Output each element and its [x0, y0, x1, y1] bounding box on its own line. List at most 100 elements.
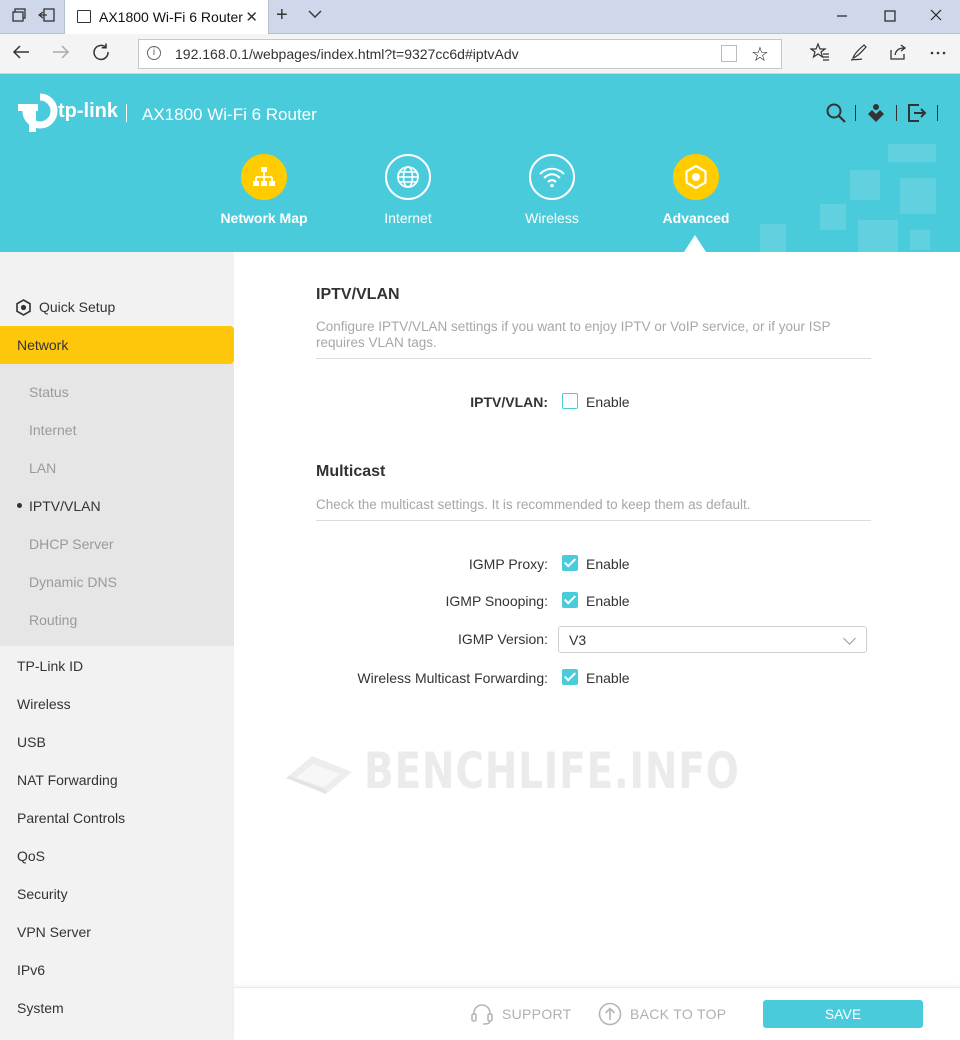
submenu-item-dynamic-dns[interactable]: Dynamic DNS: [29, 574, 117, 590]
share-icon[interactable]: [886, 42, 910, 66]
section-description: Check the multicast settings. It is reco…: [316, 497, 751, 512]
sidebar-item-security[interactable]: Security: [17, 886, 68, 902]
main-content: IPTV/VLAN Configure IPTV/VLAN settings i…: [234, 252, 960, 987]
info-icon[interactable]: i: [147, 46, 161, 60]
close-window-icon[interactable]: [926, 5, 946, 27]
active-nav-pointer: [684, 235, 706, 252]
browser-toolbar: i 192.168.0.1/webpages/index.html?t=9327…: [0, 34, 960, 74]
igmp-proxy-checkbox[interactable]: [562, 555, 578, 571]
footer: SUPPORT BACK TO TOP SAVE: [234, 987, 960, 1040]
url-text[interactable]: 192.168.0.1/webpages/index.html?t=9327cc…: [175, 46, 519, 62]
checkbox-label[interactable]: Enable: [586, 394, 630, 410]
minimize-icon[interactable]: [832, 5, 852, 27]
tether-icon[interactable]: [865, 102, 887, 124]
maximize-icon[interactable]: [880, 5, 900, 27]
watermark-logo-icon: [286, 756, 352, 794]
tab-title: AX1800 Wi-Fi 6 Router: [99, 9, 243, 25]
logout-icon[interactable]: [906, 102, 928, 124]
header-decoration: [910, 230, 930, 250]
header-divider: [896, 105, 897, 121]
wireless-multicast-forwarding-checkbox[interactable]: [562, 669, 578, 685]
sidebar-item-vpn-server[interactable]: VPN Server: [17, 924, 91, 940]
nav-wireless[interactable]: Wireless: [492, 154, 612, 226]
nav-label: Wireless: [525, 210, 579, 226]
set-tabs-aside-icon[interactable]: [37, 7, 57, 27]
section-title-multicast: Multicast: [316, 463, 386, 480]
submenu-item-internet[interactable]: Internet: [29, 422, 76, 438]
brand-name: tp-link: [58, 100, 118, 122]
more-icon[interactable]: [926, 42, 950, 66]
select-value: V3: [569, 632, 587, 648]
network-map-icon: [241, 154, 287, 200]
new-tab-icon[interactable]: +: [276, 4, 288, 27]
quick-setup-icon: [16, 299, 31, 316]
nav-internet[interactable]: Internet: [348, 154, 468, 226]
header-divider: [937, 105, 938, 121]
submenu-item-status[interactable]: Status: [29, 384, 69, 400]
pen-icon[interactable]: [847, 42, 871, 66]
wifi-icon: [529, 154, 575, 200]
header-decoration: [760, 224, 786, 252]
header-decoration: [888, 144, 936, 162]
search-icon[interactable]: [825, 102, 847, 124]
chevron-down-icon: [843, 632, 856, 645]
nav-advanced[interactable]: Advanced: [636, 154, 756, 226]
igmp-version-select[interactable]: V3: [558, 626, 867, 653]
sidebar-item-label: Quick Setup: [39, 299, 116, 315]
tp-link-logo-icon: [18, 93, 58, 132]
header-divider: [855, 105, 856, 121]
sidebar-item-nat-forwarding[interactable]: NAT Forwarding: [17, 772, 118, 788]
submenu-item-routing[interactable]: Routing: [29, 612, 77, 628]
reading-view-icon[interactable]: [721, 45, 737, 62]
tab-actions-icon[interactable]: [9, 7, 29, 27]
address-bar[interactable]: i 192.168.0.1/webpages/index.html?t=9327…: [138, 39, 782, 69]
nav-label: Advanced: [662, 210, 730, 226]
refresh-icon[interactable]: [89, 42, 113, 66]
browser-tab[interactable]: AX1800 Wi-Fi 6 Router ✕: [64, 0, 269, 34]
sidebar-item-network[interactable]: Network: [0, 326, 234, 364]
sidebar-item-qos[interactable]: QoS: [17, 848, 45, 864]
igmp-snooping-label: IGMP Snooping:: [445, 593, 548, 609]
back-to-top-label: BACK TO TOP: [630, 1006, 727, 1022]
sidebar-item-label: Network: [17, 337, 69, 353]
sidebar-item-wireless[interactable]: Wireless: [17, 696, 71, 712]
submenu-item-lan[interactable]: LAN: [29, 460, 56, 476]
igmp-proxy-label: IGMP Proxy:: [468, 556, 548, 572]
iptv-vlan-enable-checkbox[interactable]: [562, 393, 578, 409]
page-icon: [77, 10, 91, 23]
section-description: Configure IPTV/VLAN settings if you want…: [316, 319, 831, 350]
sidebar-item-usb[interactable]: USB: [17, 734, 46, 750]
back-icon[interactable]: [9, 42, 33, 66]
favorite-star-icon[interactable]: ☆: [751, 42, 769, 67]
header-decoration: [820, 204, 846, 230]
gear-icon: [673, 154, 719, 200]
sidebar-item-ipv6[interactable]: IPv6: [17, 962, 45, 978]
wireless-multicast-forwarding-label: Wireless Multicast Forwarding:: [357, 670, 548, 686]
submenu-item-dhcp-server[interactable]: DHCP Server: [29, 536, 114, 552]
favorites-icon[interactable]: [808, 42, 832, 66]
igmp-version-label: IGMP Version:: [457, 631, 548, 647]
watermark: BENCHLIFE.INFO: [282, 742, 739, 802]
section-divider: [316, 520, 871, 521]
header-decoration: [850, 170, 880, 200]
submenu-item-iptv-vlan[interactable]: IPTV/VLAN: [29, 498, 101, 514]
nav-label: Network Map: [220, 210, 308, 226]
sidebar-item-system[interactable]: System: [17, 1000, 64, 1016]
router-model: AX1800 Wi-Fi 6 Router: [142, 105, 317, 124]
igmp-snooping-checkbox[interactable]: [562, 592, 578, 608]
header-decoration: [858, 220, 898, 252]
sidebar-item-tp-link-id[interactable]: TP-Link ID: [17, 658, 83, 674]
section-title-iptv-vlan: IPTV/VLAN: [316, 286, 400, 303]
nav-network-map[interactable]: Network Map: [204, 154, 324, 226]
iptv-vlan-label: IPTV/VLAN:: [470, 394, 548, 410]
close-tab-icon[interactable]: ✕: [245, 8, 258, 26]
checkbox-label[interactable]: Enable: [586, 593, 630, 609]
chevron-down-icon[interactable]: [308, 6, 322, 23]
watermark-text: BENCHLIFE.INFO: [364, 742, 740, 800]
nav-label: Internet: [384, 210, 432, 226]
save-button[interactable]: SAVE: [763, 1000, 923, 1028]
checkbox-label[interactable]: Enable: [586, 556, 630, 572]
forward-icon[interactable]: [49, 42, 73, 66]
checkbox-label[interactable]: Enable: [586, 670, 630, 686]
sidebar-item-parental-controls[interactable]: Parental Controls: [17, 810, 125, 826]
